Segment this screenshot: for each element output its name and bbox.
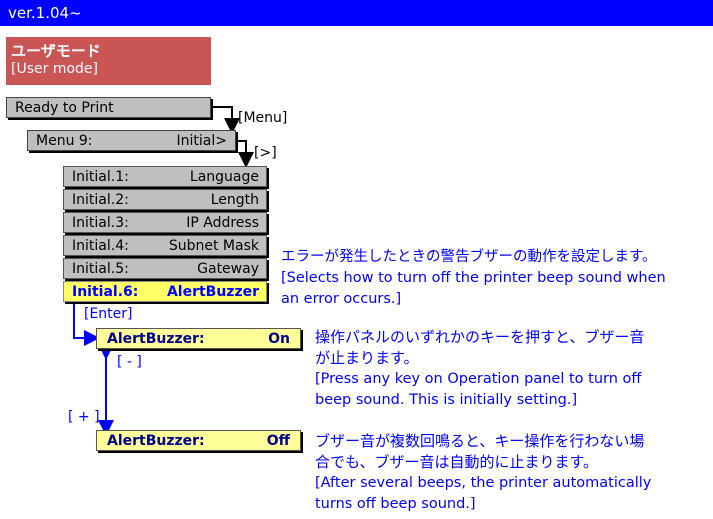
initial-item-number: Initial.4:: [72, 237, 129, 254]
alertbuzzer-value: Off: [266, 432, 290, 449]
menu-9-screen: Menu 9: Initial>: [27, 130, 236, 151]
initial-item-alertbuzzer: Initial.6: AlertBuzzer: [63, 281, 267, 302]
off-desc-en-2: turns off beep sound.]: [315, 496, 476, 512]
initial-item-number: Initial.6:: [72, 283, 139, 300]
alertbuzzer-description: エラーが発生したときの警告ブザーの動作を設定します。 [Selects how …: [281, 247, 713, 310]
menu-target: Initial>: [176, 132, 227, 149]
initial-item-gateway: Initial.5: Gateway: [63, 258, 267, 279]
arrow-menu-to-initial: [236, 140, 254, 168]
menu-key-label: [Menu]: [238, 110, 288, 126]
alertbuzzer-off-screen: AlertBuzzer: Off: [96, 430, 301, 451]
plus-key-label: [ + ]: [68, 409, 100, 425]
on-desc-jp-1: 操作パネルのいずれかのキーを押すと、ブザー音: [315, 328, 645, 346]
initial-item-subnet-mask: Initial.4: Subnet Mask: [63, 235, 267, 256]
minus-key-label: [ - ]: [117, 354, 142, 370]
on-description: 操作パネルのいずれかのキーを押すと、ブザー音 が止まります。 [Press an…: [315, 327, 710, 411]
alertbuzzer-value: On: [268, 330, 290, 347]
initial-item-name: Subnet Mask: [168, 237, 259, 254]
ready-to-print-label: Ready to Print: [15, 99, 114, 116]
off-desc-jp-2: 合でも、ブザー音は自動的に止まります。: [315, 453, 599, 471]
alertbuzzer-on-screen: AlertBuzzer: On: [96, 328, 301, 349]
on-desc-jp-2: が止まります。: [315, 349, 419, 367]
initial-item-number: Initial.5:: [72, 260, 129, 277]
arrow-ready-to-menu: [211, 106, 240, 134]
initial-item-number: Initial.2:: [72, 191, 129, 208]
initial-item-name: IP Address: [186, 214, 259, 231]
off-desc-en-1: [After several beeps, the printer automa…: [315, 475, 652, 491]
alert-desc-en-2: an error occurs.]: [281, 291, 402, 307]
ready-to-print-screen: Ready to Print: [6, 97, 211, 118]
initial-item-name: Length: [210, 191, 259, 208]
next-key-label: [>]: [254, 145, 277, 161]
initial-item-name: Language: [189, 168, 259, 185]
initial-item-name: Gateway: [197, 260, 259, 277]
initial-item-language: Initial.1: Language: [63, 166, 267, 187]
initial-item-number: Initial.3:: [72, 214, 129, 231]
initial-item-ip-address: Initial.3: IP Address: [63, 212, 267, 233]
alertbuzzer-label: AlertBuzzer:: [107, 330, 205, 347]
initial-item-length: Initial.2: Length: [63, 189, 267, 210]
alert-desc-jp: エラーが発生したときの警告ブザーの動作を設定します。: [281, 249, 657, 265]
alertbuzzer-label: AlertBuzzer:: [107, 432, 205, 449]
on-desc-en-1: [Press any key on Operation panel to tur…: [315, 371, 642, 387]
initial-item-name: AlertBuzzer: [166, 283, 259, 300]
on-desc-en-2: beep sound. This is initially setting.]: [315, 392, 578, 408]
off-desc-jp-1: ブザー音が複数回鳴ると、キー操作を行わない場: [315, 432, 645, 450]
alert-desc-en-1: [Selects how to turn off the printer bee…: [281, 270, 666, 286]
enter-key-label: [Enter]: [84, 306, 133, 322]
initial-item-number: Initial.1:: [72, 168, 129, 185]
menu-number: Menu 9:: [36, 132, 93, 149]
off-description: ブザー音が複数回鳴ると、キー操作を行わない場 合でも、ブザー音は自動的に止まりま…: [315, 431, 710, 515]
